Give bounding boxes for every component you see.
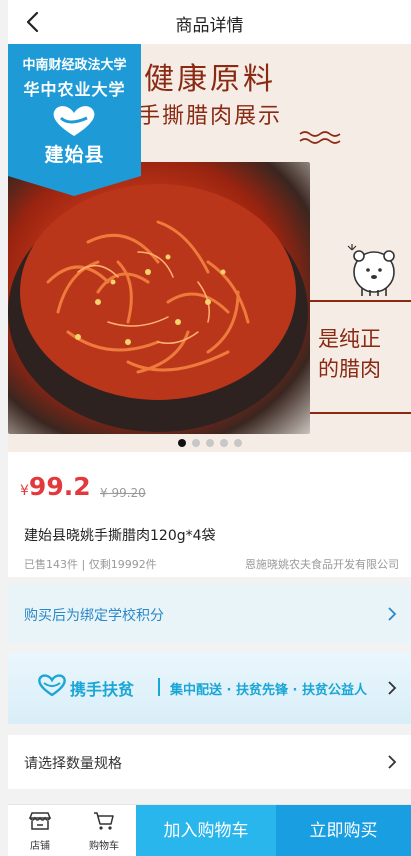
banner-title: 携手扶贫: [70, 680, 135, 699]
hero-subline: 手撕腊肉展示: [138, 104, 283, 129]
underlying-page-strip: [0, 0, 8, 856]
sales-stock-text: 已售143件 | 仅剩19992件: [24, 558, 157, 571]
cart-button[interactable]: 购物车: [74, 811, 134, 852]
store-icon: [28, 812, 52, 830]
divider-line: [310, 412, 411, 414]
store-label: 店铺: [30, 841, 50, 852]
heart-hands-icon: [38, 674, 66, 696]
badge-county: 建始县: [44, 144, 105, 166]
carousel-dot[interactable]: [205, 439, 214, 447]
heart-hands-icon: [53, 106, 95, 136]
buy-now-button[interactable]: 立即购买: [276, 805, 411, 856]
cart-label: 购物车: [89, 841, 119, 852]
carousel-dot[interactable]: [219, 439, 228, 447]
badge-school-1: 中南财经政法大学: [22, 58, 127, 73]
carousel-dot[interactable]: [191, 439, 200, 447]
product-detail-sheet: 商品详情 健康原料 手撕腊肉展示 是纯正 的腊肉 中南财经政法大学 华中农业大学…: [8, 0, 411, 856]
hero-side-text-1: 是纯正: [318, 327, 381, 351]
product-photo: [8, 162, 310, 434]
current-price: ¥99.2: [20, 472, 91, 501]
school-points-row[interactable]: 购买后为绑定学校积分: [8, 585, 411, 643]
add-to-cart-button[interactable]: 加入购物车: [136, 805, 276, 856]
carousel-dot[interactable]: [233, 439, 242, 447]
bear-mascot-icon: [347, 244, 395, 296]
waves-decoration-icon: [299, 131, 341, 144]
product-name: 建始县晓姚手撕腊肉120g*4袋: [24, 528, 216, 544]
chevron-right-icon: [388, 681, 397, 695]
price-value: 99.2: [28, 472, 91, 501]
chevron-right-icon: [388, 755, 397, 769]
hero-side-text: 是纯正 的腊肉: [318, 324, 381, 384]
hero-headline: 健康原料: [144, 62, 276, 97]
poverty-alleviation-banner[interactable]: 携手扶贫 集中配送 · 扶贫先锋 · 扶贫公益人: [8, 652, 411, 724]
hero-side-text-2: 的腊肉: [318, 357, 381, 381]
store-button[interactable]: 店铺: [10, 811, 70, 852]
original-price: ¥ 99.20: [100, 486, 146, 500]
quantity-spec-selector[interactable]: 请选择数量规格: [8, 735, 411, 789]
divider-line: [310, 300, 411, 302]
poverty-alleviation-badge: 中南财经政法大学 华中农业大学 建始县: [8, 44, 141, 196]
bottom-action-bar: 店铺 购物车 加入购物车 立即购买: [8, 804, 411, 856]
top-nav-bar: 商品详情: [8, 0, 411, 44]
currency-symbol: ¥: [20, 483, 29, 499]
badge-school-2: 华中农业大学: [23, 80, 126, 99]
seller-name[interactable]: 恩施晓姚农夫食品开发有限公司: [245, 556, 399, 572]
banner-subtitle: 集中配送 · 扶贫先锋 · 扶贫公益人: [170, 683, 367, 698]
carousel-indicator: [8, 432, 411, 451]
cured-meat-illustration: [8, 184, 308, 432]
chevron-right-icon: [388, 607, 397, 621]
page-title: 商品详情: [175, 16, 244, 36]
carousel-dot-active[interactable]: [177, 439, 186, 447]
school-points-label: 购买后为绑定学校积分: [24, 608, 164, 624]
price-info-panel: ¥99.2 ¥ 99.20 建始县晓姚手撕腊肉120g*4袋 已售143件 | …: [8, 452, 411, 577]
banner-separator: [158, 678, 160, 696]
spec-label: 请选择数量规格: [24, 756, 122, 772]
cart-icon: [94, 812, 114, 830]
